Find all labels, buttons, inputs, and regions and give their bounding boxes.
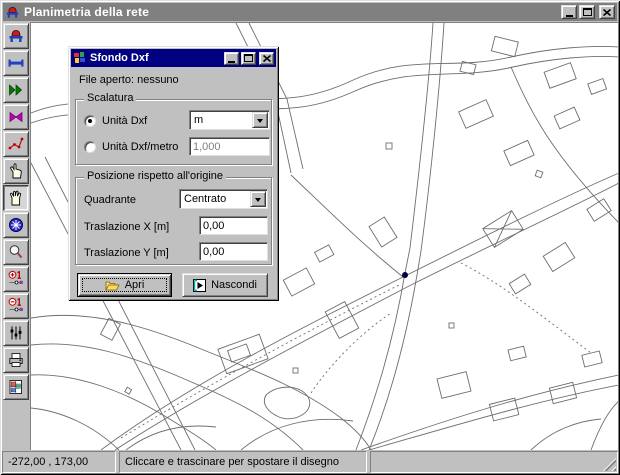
- unit-combobox[interactable]: m: [189, 110, 270, 130]
- minimize-icon: [566, 15, 573, 17]
- polyline-icon: [7, 135, 25, 153]
- map-canvas[interactable]: Sfondo Dxf File aperto: nessuno Scalatur…: [30, 22, 618, 450]
- quadrante-combobox-value: Centrato: [180, 190, 250, 208]
- quadrante-combobox[interactable]: Centrato: [179, 189, 268, 209]
- tank-icon: [7, 27, 25, 45]
- chevron-down-icon: [255, 198, 261, 205]
- sfondo-dxf-dialog: Sfondo Dxf File aperto: nessuno Scalatur…: [68, 46, 279, 301]
- pump-tool-button[interactable]: [3, 77, 29, 103]
- traslazione-y-input[interactable]: [199, 242, 268, 261]
- maximize-button[interactable]: [579, 5, 595, 19]
- dialog-title: Sfondo Dxf: [90, 52, 224, 64]
- open-folder-icon: [105, 280, 120, 291]
- chevron-down-icon: [257, 119, 263, 126]
- pipe-tool-button[interactable]: [3, 50, 29, 76]
- unita-dxf-metro-radio[interactable]: [84, 141, 96, 153]
- pan-tool-button[interactable]: [3, 185, 29, 211]
- statusbar-coordinates: -272,00 , 173,00: [2, 451, 116, 473]
- app-icon: [5, 5, 20, 20]
- select-tool-button[interactable]: [3, 158, 29, 184]
- pipe-icon: [7, 54, 25, 72]
- dialog-close-button[interactable]: [259, 52, 274, 65]
- pump-icon: [7, 81, 25, 99]
- traslazione-y-label: Traslazione Y [m]: [84, 247, 169, 259]
- dialog-minimize-button[interactable]: [224, 52, 239, 65]
- statusbar-empty-panel: [370, 451, 618, 473]
- maximize-icon: [244, 54, 253, 62]
- resize-grip-icon[interactable]: [603, 458, 616, 471]
- unita-dxf-label: Unità Dxf: [102, 115, 147, 127]
- window-titlebar[interactable]: Planimetria della rete: [3, 3, 617, 21]
- close-icon: [263, 55, 271, 62]
- dialog-icon: [73, 51, 87, 65]
- unit-combobox-dropdown-button[interactable]: [252, 112, 268, 128]
- play-box-icon: [193, 279, 206, 292]
- unit-combobox-value: m: [190, 111, 252, 129]
- scalatura-legend: Scalatura: [84, 92, 136, 104]
- unita-dxf-radio[interactable]: [84, 115, 96, 127]
- map-report-tool-button[interactable]: [3, 374, 29, 400]
- nascondi-button[interactable]: Nascondi: [182, 273, 268, 297]
- nascondi-button-label: Nascondi: [211, 279, 257, 291]
- statusbar: -272,00 , 173,00 Cliccare e trascinare p…: [2, 451, 618, 473]
- polyline-tool-button[interactable]: [3, 131, 29, 157]
- magnifier-icon: [7, 243, 25, 261]
- quadrante-combobox-dropdown-button[interactable]: [250, 191, 266, 207]
- print-tool-button[interactable]: [3, 347, 29, 373]
- minimize-icon: [228, 61, 235, 63]
- valve-tool-button[interactable]: [3, 104, 29, 130]
- scalatura-group: Scalatura Unità Dxf m Unità Dxf/metro: [75, 99, 272, 165]
- map-report-icon: [7, 378, 25, 396]
- minus-one-icon: [7, 297, 25, 315]
- dxf-per-metro-input[interactable]: [189, 137, 270, 156]
- zoom-extents-tool-button[interactable]: [3, 212, 29, 238]
- apri-button-label: Apri: [125, 279, 145, 291]
- zoom-extents-icon: [7, 216, 25, 234]
- dialog-maximize-button[interactable]: [241, 52, 256, 65]
- posizione-legend: Posizione rispetto all'origine: [84, 170, 226, 182]
- minimize-button[interactable]: [561, 5, 577, 19]
- sliders-icon: [7, 324, 25, 342]
- zoom-in-step-tool-button[interactable]: [3, 266, 29, 292]
- app-window: Planimetria della rete: [0, 0, 620, 475]
- printer-icon: [7, 351, 25, 369]
- pointing-hand-icon: [7, 162, 25, 180]
- maximize-icon: [583, 8, 592, 16]
- file-open-label: File aperto: nessuno: [79, 74, 179, 86]
- tank-tool-button[interactable]: [3, 23, 29, 49]
- zoom-tool-button[interactable]: [3, 239, 29, 265]
- close-icon: [603, 9, 611, 16]
- statusbar-message: Cliccare e trascinare per spostare il di…: [119, 451, 367, 473]
- window-title: Planimetria della rete: [24, 5, 561, 19]
- valve-icon: [7, 108, 25, 126]
- plus-one-icon: [7, 270, 25, 288]
- options-tool-button[interactable]: [3, 320, 29, 346]
- unita-dxf-metro-label: Unità Dxf/metro: [102, 141, 178, 153]
- quadrante-label: Quadrante: [84, 194, 136, 206]
- network-node[interactable]: [402, 272, 408, 278]
- zoom-out-step-tool-button[interactable]: [3, 293, 29, 319]
- open-hand-icon: [7, 189, 25, 207]
- close-button[interactable]: [599, 5, 615, 19]
- toolbar: [2, 22, 30, 450]
- traslazione-x-input[interactable]: [199, 216, 268, 235]
- traslazione-x-label: Traslazione X [m]: [84, 221, 169, 233]
- posizione-group: Posizione rispetto all'origine Quadrante…: [75, 177, 272, 265]
- apri-button[interactable]: Apri: [77, 273, 172, 297]
- dialog-titlebar[interactable]: Sfondo Dxf: [71, 49, 276, 67]
